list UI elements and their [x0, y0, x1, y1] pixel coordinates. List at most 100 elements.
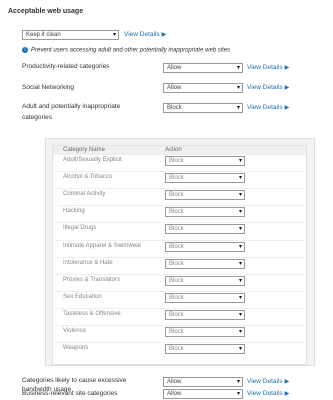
view-details-label: View Details: [124, 31, 160, 38]
category-action-select[interactable]: Block ▾: [165, 309, 245, 320]
chevron-down-icon: ▾: [238, 209, 242, 216]
chevron-down-icon: ▾: [112, 32, 116, 38]
chevron-down-icon: ▾: [238, 294, 242, 301]
category-action-select[interactable]: Block ▾: [165, 173, 245, 184]
chevron-down-icon: ▾: [238, 192, 242, 199]
chevron-down-icon: ▾: [238, 311, 242, 318]
category-name: Proxies & Translators: [63, 276, 121, 283]
preset-select-value: Keep it clean: [26, 32, 61, 38]
category-name: Criminal Activity: [63, 191, 106, 198]
category-name: Adult/Sexually Explicit: [63, 157, 122, 163]
social-networking-select-value: Allow: [167, 85, 182, 91]
row-separator: [56, 342, 304, 344]
chevron-down-icon: ▾: [236, 65, 240, 71]
category-name: Alcohol & Tobacco: [63, 174, 113, 181]
category-action-value: Block: [169, 243, 184, 250]
info-icon: i: [22, 47, 28, 53]
preset-view-details-link[interactable]: View Details ▶: [124, 31, 166, 38]
category-action-select[interactable]: Block ▾: [165, 207, 245, 218]
preset-info: i Prevent users accessing adult and other…: [22, 47, 230, 54]
adult-categories-select[interactable]: Block ▾: [163, 103, 243, 113]
view-details-label: View Details: [247, 378, 283, 385]
row-separator: [56, 290, 304, 292]
bandwidth-select[interactable]: Allow ▾: [163, 377, 243, 387]
category-action-value: Block: [169, 158, 184, 164]
row-separator: [56, 154, 304, 155]
adult-categories-view-details-link[interactable]: View Details ▶: [247, 104, 289, 111]
row-separator: [56, 171, 304, 173]
category-action-select[interactable]: Block ▾: [165, 190, 245, 201]
category-action-select[interactable]: Block ▾: [165, 275, 245, 286]
chevron-down-icon: ▾: [238, 226, 242, 233]
chevron-down-icon: ▾: [236, 105, 240, 111]
info-text: Prevent users accessing adult and other …: [31, 47, 231, 54]
category-action-select[interactable]: Block ▾: [165, 156, 245, 166]
category-name: Weapons: [63, 345, 89, 352]
column-header-action: Action: [165, 147, 182, 153]
adult-categories-label: Adult and potentially inappropriate cate…: [22, 103, 121, 121]
row-separator: [56, 188, 304, 190]
productivity-view-details-link[interactable]: View Details ▶: [247, 64, 289, 71]
category-name: Sex Education: [63, 293, 102, 300]
category-name: Violence: [63, 328, 86, 334]
triangle-right-icon: ▶: [284, 65, 290, 71]
business-select-value: Allow: [167, 391, 182, 397]
business-select[interactable]: Allow ▾: [163, 389, 243, 399]
productivity-select[interactable]: Allow ▾: [163, 63, 243, 73]
category-action-value: Block: [169, 346, 184, 353]
category-action-select[interactable]: Block ▾: [165, 327, 245, 337]
chevron-down-icon: ▾: [236, 379, 240, 385]
category-action-value: Block: [169, 311, 184, 318]
bandwidth-view-details-link[interactable]: View Details ▶: [247, 378, 289, 385]
triangle-right-icon: ▶: [284, 391, 290, 397]
category-name: Illegal Drugs: [63, 225, 97, 232]
category-action-select[interactable]: Block ▾: [165, 292, 245, 303]
social-networking-view-details-link[interactable]: View Details ▶: [247, 84, 289, 91]
category-action-value: Block: [169, 192, 184, 199]
category-action-value: Block: [169, 329, 184, 335]
row-separator: [56, 222, 304, 224]
chevron-down-icon: ▾: [238, 158, 242, 164]
row-separator: [56, 325, 304, 326]
productivity-select-value: Allow: [167, 65, 182, 71]
row-separator: [56, 205, 304, 207]
adult-categories-select-value: Block: [167, 105, 182, 111]
row-separator: [56, 239, 304, 241]
view-details-label: View Details: [247, 390, 283, 397]
view-details-label: View Details: [247, 104, 283, 111]
category-action-value: Block: [169, 209, 184, 216]
chevron-down-icon: ▾: [236, 85, 240, 91]
category-action-select[interactable]: Block ▾: [165, 344, 245, 355]
social-networking-label: Social Networking: [22, 84, 75, 91]
social-networking-select[interactable]: Allow ▾: [163, 83, 243, 93]
row-separator: [56, 273, 304, 275]
category-action-value: Block: [169, 175, 184, 182]
category-action-select[interactable]: Block ▾: [165, 224, 245, 235]
category-name: Tasteless & Offensive: [63, 310, 121, 317]
chevron-down-icon: ▾: [238, 346, 242, 353]
view-details-label: View Details: [247, 84, 283, 91]
section-title: Acceptable web usage: [8, 8, 84, 15]
row-separator: [56, 307, 304, 309]
triangle-right-icon: ▶: [284, 105, 290, 111]
business-view-details-link[interactable]: View Details ▶: [247, 390, 289, 397]
category-action-select[interactable]: Block ▾: [165, 241, 245, 252]
triangle-right-icon: ▶: [161, 32, 167, 38]
chevron-down-icon: ▾: [238, 277, 242, 284]
category-action-value: Block: [169, 294, 184, 301]
triangle-right-icon: ▶: [284, 85, 290, 91]
chevron-down-icon: ▾: [238, 329, 242, 335]
preset-select[interactable]: Keep it clean ▾: [22, 30, 119, 40]
category-name: Hacking: [63, 208, 85, 215]
chevron-down-icon: ▾: [238, 260, 242, 267]
business-label: Business-relevant site categories: [22, 390, 118, 397]
category-action-value: Block: [169, 260, 184, 267]
category-action-value: Block: [169, 277, 184, 284]
category-name: Intimate Apparel & Swimwear: [63, 242, 142, 249]
chevron-down-icon: ▾: [236, 391, 240, 397]
view-details-label: View Details: [247, 64, 283, 71]
category-name: Intolerance & Hate: [63, 259, 113, 266]
row-separator: [56, 256, 304, 258]
category-action-select[interactable]: Block ▾: [165, 258, 245, 269]
category-action-value: Block: [169, 226, 184, 233]
